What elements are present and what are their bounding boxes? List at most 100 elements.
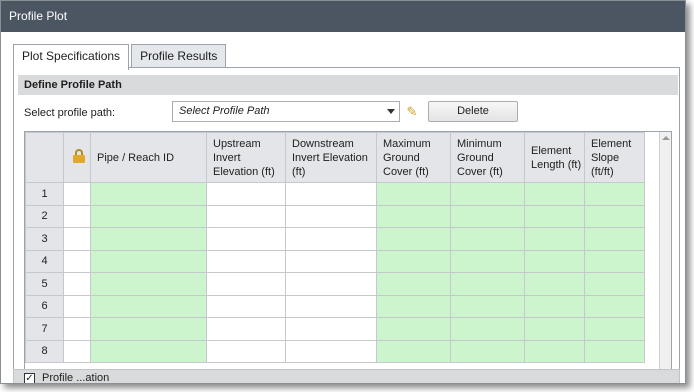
upstream-cell[interactable]: [206, 317, 286, 341]
max-cover-cell[interactable]: [376, 182, 451, 206]
max-cover-cell[interactable]: [376, 294, 451, 318]
max-cover-cell[interactable]: [376, 339, 451, 363]
profile-path-dropdown[interactable]: Select Profile Path: [172, 101, 400, 122]
length-cell[interactable]: [524, 317, 585, 341]
length-cell[interactable]: [524, 272, 585, 296]
row-number[interactable]: 7: [25, 317, 64, 341]
lock-cell[interactable]: [63, 294, 91, 318]
upstream-cell[interactable]: [206, 249, 286, 273]
slope-cell[interactable]: [584, 317, 645, 341]
row-header-corner: [25, 132, 64, 183]
length-cell[interactable]: [524, 294, 585, 318]
downstream-cell[interactable]: [285, 272, 377, 296]
scroll-up-icon[interactable]: [662, 136, 670, 140]
row-number[interactable]: 8: [25, 339, 64, 363]
lock-cell[interactable]: [63, 272, 91, 296]
table-row: 7: [25, 317, 645, 341]
length-cell[interactable]: [524, 204, 585, 228]
slope-cell[interactable]: [584, 204, 645, 228]
max-cover-cell[interactable]: [376, 249, 451, 273]
row-number[interactable]: 1: [25, 182, 64, 206]
min-cover-cell[interactable]: [450, 272, 525, 296]
downstream-cell[interactable]: [285, 227, 377, 251]
tab-plot-specifications[interactable]: Plot Specifications: [13, 44, 130, 70]
min-cover-cell[interactable]: [450, 204, 525, 228]
upstream-cell[interactable]: [206, 204, 286, 228]
row-number[interactable]: 5: [25, 272, 64, 296]
chevron-down-icon[interactable]: [387, 109, 395, 114]
min-cover-cell[interactable]: [450, 182, 525, 206]
slope-cell[interactable]: [584, 227, 645, 251]
upstream-cell[interactable]: [206, 227, 286, 251]
downstream-cell[interactable]: [285, 317, 377, 341]
select-path-label: Select profile path:: [24, 107, 116, 119]
profile-option-label: Profile ...ation: [42, 372, 110, 384]
grid-vertical-scrollbar[interactable]: [659, 132, 671, 383]
max-cover-cell[interactable]: [376, 204, 451, 228]
upstream-cell[interactable]: [206, 294, 286, 318]
downstream-cell[interactable]: [285, 294, 377, 318]
column-header-upstream[interactable]: Upstream Invert Elevation (ft): [206, 132, 286, 183]
lock-cell[interactable]: [63, 339, 91, 363]
pipe-cell[interactable]: [90, 339, 207, 363]
row-number[interactable]: 6: [25, 294, 64, 318]
table-row: 6: [25, 294, 645, 318]
row-number[interactable]: 3: [25, 227, 64, 251]
slope-cell[interactable]: [584, 294, 645, 318]
delete-button[interactable]: Delete: [428, 101, 518, 122]
upstream-cell[interactable]: [206, 272, 286, 296]
table-row: 2: [25, 204, 645, 228]
downstream-cell[interactable]: [285, 204, 377, 228]
profile-grid: Pipe / Reach ID Upstream Invert Elevatio…: [24, 131, 672, 383]
profile-option-checkbox[interactable]: ✓: [24, 373, 35, 383]
pipe-cell[interactable]: [90, 204, 207, 228]
column-header-length[interactable]: Element Length (ft): [524, 132, 585, 183]
column-header-pipe[interactable]: Pipe / Reach ID: [90, 132, 207, 183]
lock-cell[interactable]: [63, 249, 91, 273]
lock-cell[interactable]: [63, 317, 91, 341]
downstream-cell[interactable]: [285, 339, 377, 363]
column-header-lock[interactable]: [63, 132, 91, 183]
pipe-cell[interactable]: [90, 272, 207, 296]
column-header-min-cover[interactable]: Minimum Ground Cover (ft): [450, 132, 525, 183]
table-row: 8: [25, 339, 645, 363]
slope-cell[interactable]: [584, 182, 645, 206]
column-header-max-cover[interactable]: Maximum Ground Cover (ft): [376, 132, 451, 183]
max-cover-cell[interactable]: [376, 227, 451, 251]
min-cover-cell[interactable]: [450, 249, 525, 273]
downstream-cell[interactable]: [285, 182, 377, 206]
pipe-cell[interactable]: [90, 317, 207, 341]
max-cover-cell[interactable]: [376, 272, 451, 296]
min-cover-cell[interactable]: [450, 317, 525, 341]
min-cover-cell[interactable]: [450, 227, 525, 251]
min-cover-cell[interactable]: [450, 294, 525, 318]
table-row: 4: [25, 249, 645, 273]
length-cell[interactable]: [524, 182, 585, 206]
upstream-cell[interactable]: [206, 339, 286, 363]
length-cell[interactable]: [524, 339, 585, 363]
lock-cell[interactable]: [63, 227, 91, 251]
pipe-cell[interactable]: [90, 249, 207, 273]
max-cover-cell[interactable]: [376, 317, 451, 341]
slope-cell[interactable]: [584, 339, 645, 363]
dialog-body: Plot Specifications Profile Results Defi…: [1, 32, 685, 383]
downstream-cell[interactable]: [285, 249, 377, 273]
row-number[interactable]: 4: [25, 249, 64, 273]
length-cell[interactable]: [524, 227, 585, 251]
column-header-downstream[interactable]: Downstream Invert Elevation (ft): [285, 132, 377, 183]
upstream-cell[interactable]: [206, 182, 286, 206]
row-number[interactable]: 2: [25, 204, 64, 228]
pipe-cell[interactable]: [90, 227, 207, 251]
slope-cell[interactable]: [584, 272, 645, 296]
lock-cell[interactable]: [63, 204, 91, 228]
tab-profile-results[interactable]: Profile Results: [131, 44, 227, 68]
column-header-slope[interactable]: Element Slope (ft/ft): [584, 132, 645, 183]
pipe-cell[interactable]: [90, 294, 207, 318]
section-header: Define Profile Path: [18, 75, 678, 95]
min-cover-cell[interactable]: [450, 339, 525, 363]
pencil-icon[interactable]: ✎: [402, 101, 422, 122]
slope-cell[interactable]: [584, 249, 645, 273]
length-cell[interactable]: [524, 249, 585, 273]
lock-cell[interactable]: [63, 182, 91, 206]
pipe-cell[interactable]: [90, 182, 207, 206]
